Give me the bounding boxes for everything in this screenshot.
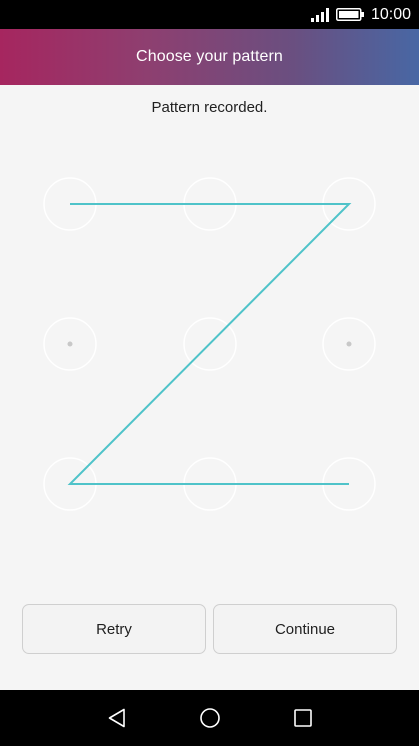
navigation-bar bbox=[0, 690, 419, 746]
nav-back-button[interactable] bbox=[89, 690, 145, 746]
page-title: Choose your pattern bbox=[136, 48, 283, 65]
battery-icon bbox=[335, 8, 364, 21]
pattern-status-message: Pattern recorded. bbox=[151, 99, 268, 116]
retry-button[interactable]: Retry bbox=[22, 604, 206, 654]
pattern-path bbox=[67, 203, 352, 485]
pattern-dot-4-center bbox=[67, 341, 73, 347]
status-bar: 10:00 bbox=[0, 0, 419, 29]
header-bar: Choose your pattern bbox=[0, 29, 419, 85]
back-icon bbox=[108, 708, 125, 728]
nav-recent-apps-button[interactable] bbox=[275, 690, 331, 746]
continue-button[interactable]: Continue bbox=[213, 604, 397, 654]
home-icon bbox=[200, 708, 220, 728]
nav-home-button[interactable] bbox=[182, 690, 238, 746]
clock-time: 10:00 bbox=[370, 5, 411, 23]
pattern-grid[interactable] bbox=[0, 150, 419, 550]
signal-icon bbox=[310, 7, 329, 22]
status-icons: 10:00 bbox=[310, 0, 411, 29]
pattern-dot-6-center bbox=[346, 341, 352, 347]
pattern-lock-area[interactable] bbox=[0, 150, 419, 550]
recent-apps-icon bbox=[294, 709, 312, 727]
